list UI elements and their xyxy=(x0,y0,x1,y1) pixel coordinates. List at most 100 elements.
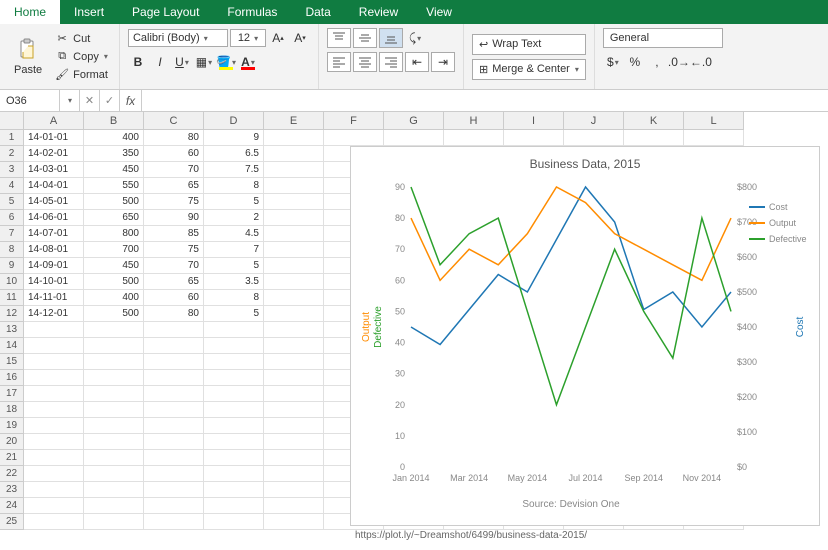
cell[interactable]: 14-08-01 xyxy=(24,242,84,258)
cell[interactable] xyxy=(264,354,324,370)
cell[interactable]: 650 xyxy=(84,210,144,226)
cell[interactable] xyxy=(144,338,204,354)
cell[interactable] xyxy=(264,146,324,162)
cell[interactable] xyxy=(24,434,84,450)
col-header-B[interactable]: B xyxy=(84,112,144,130)
cell[interactable] xyxy=(204,514,264,530)
col-header-E[interactable]: E xyxy=(264,112,324,130)
cell[interactable] xyxy=(144,514,204,530)
cell[interactable] xyxy=(24,322,84,338)
cell[interactable] xyxy=(564,130,624,146)
cell[interactable]: 3.5 xyxy=(204,274,264,290)
cell[interactable] xyxy=(264,274,324,290)
row-header[interactable]: 8 xyxy=(0,242,24,258)
col-header-H[interactable]: H xyxy=(444,112,504,130)
cell[interactable]: 7.5 xyxy=(204,162,264,178)
cell[interactable]: 550 xyxy=(84,178,144,194)
row-header[interactable]: 10 xyxy=(0,274,24,290)
cell[interactable] xyxy=(144,498,204,514)
cell[interactable] xyxy=(144,386,204,402)
fill-color-button[interactable]: 🪣▾ xyxy=(216,52,236,72)
cell[interactable]: 80 xyxy=(144,306,204,322)
cell[interactable] xyxy=(144,418,204,434)
cell[interactable] xyxy=(84,402,144,418)
cell[interactable]: 14-06-01 xyxy=(24,210,84,226)
cell[interactable]: 60 xyxy=(144,290,204,306)
cell[interactable] xyxy=(204,322,264,338)
row-header[interactable]: 20 xyxy=(0,434,24,450)
copy-button[interactable]: ⧉Copy▾ xyxy=(52,49,111,65)
cell[interactable]: 75 xyxy=(144,242,204,258)
col-header-I[interactable]: I xyxy=(504,112,564,130)
cell[interactable]: 14-11-01 xyxy=(24,290,84,306)
cell[interactable] xyxy=(624,130,684,146)
cell[interactable]: 7 xyxy=(204,242,264,258)
increase-indent-button[interactable]: ⇥ xyxy=(431,52,455,72)
col-header-L[interactable]: L xyxy=(684,112,744,130)
cell[interactable]: 14-01-01 xyxy=(24,130,84,146)
cell[interactable] xyxy=(264,242,324,258)
bold-button[interactable]: B xyxy=(128,52,148,72)
cell[interactable] xyxy=(264,130,324,146)
row-header[interactable]: 22 xyxy=(0,466,24,482)
align-center-button[interactable] xyxy=(353,52,377,72)
row-header[interactable]: 9 xyxy=(0,258,24,274)
cell[interactable] xyxy=(204,402,264,418)
cell[interactable]: 14-09-01 xyxy=(24,258,84,274)
increase-decimal-button[interactable]: .0→ xyxy=(669,52,689,72)
cell[interactable] xyxy=(264,306,324,322)
cell[interactable]: 75 xyxy=(144,194,204,210)
decrease-font-button[interactable]: A▾ xyxy=(290,28,310,48)
tab-home[interactable]: Home xyxy=(0,0,60,24)
cell[interactable] xyxy=(204,418,264,434)
cell[interactable] xyxy=(204,466,264,482)
cell[interactable]: 500 xyxy=(84,194,144,210)
cell[interactable]: 2 xyxy=(204,210,264,226)
currency-button[interactable]: $▾ xyxy=(603,52,623,72)
cell[interactable] xyxy=(144,434,204,450)
row-header[interactable]: 16 xyxy=(0,370,24,386)
cell[interactable] xyxy=(264,178,324,194)
increase-font-button[interactable]: A▴ xyxy=(268,28,288,48)
cell[interactable] xyxy=(24,402,84,418)
cell[interactable]: 5 xyxy=(204,306,264,322)
cell[interactable]: 350 xyxy=(84,146,144,162)
cell[interactable] xyxy=(204,370,264,386)
row-header[interactable]: 15 xyxy=(0,354,24,370)
cell[interactable]: 500 xyxy=(84,306,144,322)
row-header[interactable]: 2 xyxy=(0,146,24,162)
cell[interactable] xyxy=(144,466,204,482)
font-color-button[interactable]: A▾ xyxy=(238,52,258,72)
cell[interactable] xyxy=(84,338,144,354)
cell[interactable] xyxy=(144,402,204,418)
cell[interactable]: 8 xyxy=(204,178,264,194)
cell[interactable] xyxy=(264,258,324,274)
align-left-button[interactable] xyxy=(327,52,351,72)
cell[interactable]: 14-05-01 xyxy=(24,194,84,210)
orientation-button[interactable]: ⤹▾ xyxy=(405,28,425,48)
row-header[interactable]: 19 xyxy=(0,418,24,434)
accept-formula-button[interactable]: ✓ xyxy=(100,90,120,111)
cell[interactable] xyxy=(264,514,324,530)
cell[interactable]: 400 xyxy=(84,130,144,146)
cell[interactable] xyxy=(264,210,324,226)
cell[interactable]: 8 xyxy=(204,290,264,306)
font-name-select[interactable]: Calibri (Body) ▾ xyxy=(128,29,228,47)
cell[interactable]: 5 xyxy=(204,258,264,274)
select-all-corner[interactable] xyxy=(0,112,24,130)
cell[interactable]: 14-12-01 xyxy=(24,306,84,322)
merge-center-button[interactable]: ⊞Merge & Center▾ xyxy=(472,59,586,80)
number-format-select[interactable]: General xyxy=(603,28,723,48)
align-right-button[interactable] xyxy=(379,52,403,72)
cell[interactable] xyxy=(84,418,144,434)
cell[interactable]: 800 xyxy=(84,226,144,242)
underline-button[interactable]: U▾ xyxy=(172,52,192,72)
align-top-button[interactable] xyxy=(327,28,351,48)
col-header-K[interactable]: K xyxy=(624,112,684,130)
cell[interactable] xyxy=(324,130,384,146)
row-header[interactable]: 17 xyxy=(0,386,24,402)
cell[interactable]: 450 xyxy=(84,258,144,274)
chart-container[interactable]: Business Data, 2015 0102030405060708090$… xyxy=(350,146,820,526)
cell[interactable] xyxy=(84,466,144,482)
cut-button[interactable]: ✂Cut xyxy=(52,31,111,47)
